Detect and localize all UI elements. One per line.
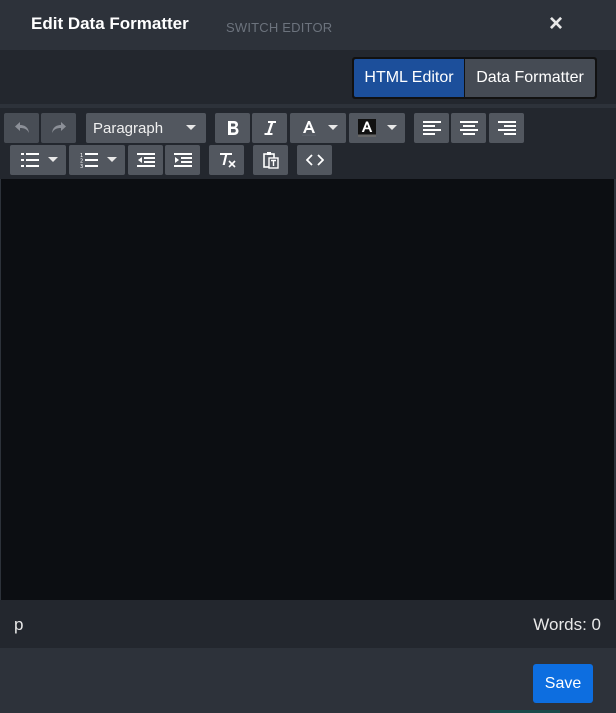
paragraph-format-select[interactable]: Paragraph <box>86 113 206 143</box>
save-button[interactable]: Save <box>533 664 593 703</box>
chevron-down-icon <box>328 125 338 130</box>
background-color-icon[interactable] <box>349 113 405 143</box>
rich-text-editor-area[interactable] <box>1 179 614 600</box>
dialog-footer <box>0 648 616 713</box>
edit-data-formatter-dialog: Edit Data Formatter × SWITCH EDITOR HTML… <box>0 0 616 713</box>
paste-text-icon[interactable] <box>253 145 288 175</box>
switch-editor-label: SWITCH EDITOR <box>226 20 333 35</box>
element-path[interactable]: p <box>14 615 23 635</box>
align-right-icon[interactable] <box>489 113 524 143</box>
numbered-list-icon[interactable]: 123 <box>69 145 125 175</box>
word-count: Words: 0 <box>533 615 601 634</box>
align-center-icon[interactable] <box>451 113 486 143</box>
editor-statusbar <box>0 600 616 648</box>
chevron-down-icon <box>387 125 397 130</box>
paragraph-format-value: Paragraph <box>93 119 164 137</box>
outdent-icon[interactable] <box>128 145 163 175</box>
clear-formatting-icon[interactable] <box>209 145 244 175</box>
italic-icon[interactable] <box>252 113 287 143</box>
text-color-icon[interactable] <box>290 113 346 143</box>
undo-icon[interactable] <box>4 113 39 143</box>
chevron-down-icon <box>48 157 58 162</box>
indent-icon[interactable] <box>165 145 200 175</box>
bullet-list-icon[interactable] <box>10 145 66 175</box>
close-icon[interactable]: × <box>545 12 567 36</box>
svg-text:3: 3 <box>80 164 83 168</box>
redo-icon[interactable] <box>41 113 76 143</box>
chevron-down-icon <box>107 157 117 162</box>
source-code-icon[interactable] <box>297 145 332 175</box>
html-editor-button[interactable]: HTML Editor <box>354 59 464 97</box>
chevron-down-icon <box>186 125 196 130</box>
align-left-icon[interactable] <box>414 113 449 143</box>
bold-icon[interactable] <box>215 113 250 143</box>
data-formatter-button[interactable]: Data Formatter <box>465 59 595 97</box>
dialog-title: Edit Data Formatter <box>31 14 189 33</box>
